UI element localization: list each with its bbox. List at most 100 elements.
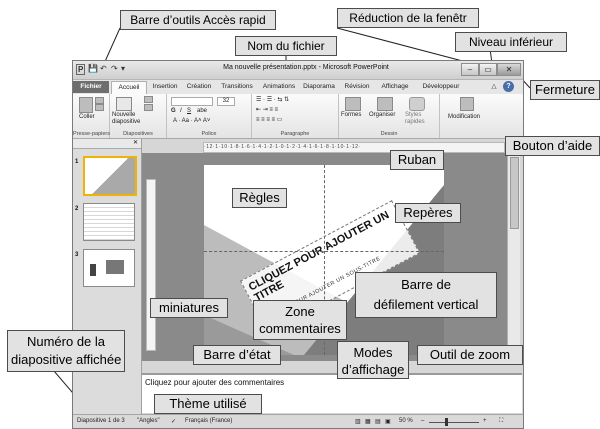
callout-regles: Règles [232, 188, 287, 208]
font-size-field[interactable]: 32 [217, 97, 235, 106]
editing-button[interactable]: Modification [448, 114, 480, 121]
pane-tabs: ✕ [73, 139, 141, 149]
new-slide-button[interactable]: Nouvelle diapositive [112, 112, 140, 126]
minimize-button[interactable]: – [461, 63, 479, 76]
save-icon[interactable]: 💾 [88, 64, 98, 73]
view-slideshow-icon[interactable]: ▣ [385, 418, 391, 425]
slide-number: Diapositive 1 de 3 [77, 418, 125, 424]
close-button[interactable]: ✕ [497, 63, 521, 76]
paste-button[interactable]: Coller [79, 114, 95, 121]
window-title: Ma nouvelle présentation.pptx - Microsof… [223, 64, 389, 71]
callout-reperes: Repères [395, 203, 461, 223]
underline-icon[interactable]: S [187, 108, 191, 115]
zoom-slider-thumb[interactable] [445, 418, 448, 426]
thumbnail-slide-3[interactable] [83, 249, 135, 287]
bullets-icon[interactable]: ☰ · ☰ · ⇆ ⇅ [256, 97, 289, 104]
shapes-icon[interactable] [345, 97, 361, 111]
tab-animations[interactable]: Animations [259, 81, 299, 93]
thumbnail-slide-2[interactable] [83, 203, 135, 241]
paste-icon[interactable] [79, 97, 93, 113]
italic-icon[interactable]: I [180, 108, 182, 115]
vertical-scrollbar[interactable] [507, 153, 520, 361]
align-icon[interactable]: ≡ ≡ ≡ ≡ ▭ [256, 117, 282, 124]
help-icon[interactable]: ? [503, 81, 514, 92]
callout-zone-commentaires: Zone commentaires [253, 300, 347, 340]
zoom-level[interactable]: 50 % [399, 418, 413, 424]
redo-icon[interactable]: ↷ [111, 64, 118, 73]
customize-quick-access-icon[interactable]: ▾ [121, 64, 125, 73]
tab-transitions[interactable]: Transitions [217, 81, 257, 93]
group-label: Dessin [380, 131, 398, 137]
callout-ruban: Ruban [390, 150, 444, 170]
callout-miniatures: miniatures [150, 298, 228, 318]
callout-fermeture: Fermeture [530, 80, 600, 100]
zoom-out-button[interactable]: – [421, 418, 424, 424]
zoom-in-button[interactable]: + [483, 418, 487, 424]
scrollbar-thumb[interactable] [510, 157, 519, 229]
ribbon-tabs: Fichier Accueil Insertion Création Trans… [73, 80, 523, 94]
copy-icon[interactable] [95, 104, 104, 111]
group-label: Presse-papiers [73, 131, 110, 137]
tab-diaporama[interactable]: Diaporama [301, 81, 337, 93]
theme-name: "Angles" [137, 418, 160, 424]
fit-to-window-icon[interactable]: ⛶ [499, 418, 503, 425]
powerpoint-window: P 💾 ↶ ↷ ▾ Ma nouvelle présentation.pptx … [72, 60, 524, 429]
title-bar: P 💾 ↶ ↷ ▾ Ma nouvelle présentation.pptx … [73, 61, 523, 80]
cut-icon[interactable] [95, 97, 104, 104]
tab-accueil[interactable]: Accueil [111, 81, 147, 94]
tab-affichage[interactable]: Affichage [377, 81, 413, 93]
thumbnail-number: 2 [75, 206, 79, 212]
callout-numero-diapositive: Numéro de la diapositive affichée [7, 330, 125, 372]
group-dessin: Formes Organiser Styles rapides Dessin [339, 94, 440, 138]
strikethrough-icon[interactable]: abe [197, 108, 207, 115]
font-color-icon[interactable]: A · Aa · A˄ A˅ [173, 118, 210, 125]
thumbnails-pane: ✕ 1 2 3 [73, 139, 142, 414]
view-normal-icon[interactable]: ▥ [355, 418, 361, 425]
tab-developpeur[interactable]: Développeur [417, 81, 465, 93]
group-presse-papiers: Coller Presse-papiers [73, 94, 110, 138]
group-label: Police [201, 131, 217, 137]
group-police: 32 G I S abe A · Aa · A˄ A˅ Police [167, 94, 252, 138]
group-diapositives: Nouvelle diapositive Diapositives [110, 94, 167, 138]
tab-creation[interactable]: Création [183, 81, 215, 93]
spellcheck-icon[interactable]: ✓ [171, 418, 176, 425]
callout-nom-fichier: Nom du fichier [235, 36, 337, 56]
callout-niveau-inferieur: Niveau inférieur [455, 32, 567, 52]
language[interactable]: Français (France) [185, 418, 232, 424]
thumbnail-number: 1 [75, 159, 79, 165]
tab-revision[interactable]: Révision [341, 81, 373, 93]
font-name-field[interactable] [171, 97, 213, 106]
callout-barre-outils: Barre d’outils Accès rapid [120, 10, 276, 30]
arrange-icon[interactable] [377, 97, 393, 111]
arrange-button[interactable]: Organiser [369, 112, 395, 119]
thumbnail-slide-1[interactable] [83, 156, 137, 196]
quick-styles-icon[interactable] [409, 97, 425, 111]
bold-icon[interactable]: G [171, 108, 176, 115]
horizontal-ruler: ·12·1·10·1·8·1·6·1·4·1·2·1·0·1·2·1·4·1·6… [203, 142, 505, 153]
thumbnail-image [106, 260, 124, 274]
indent-icon[interactable]: ⇤ ⇥ ≡ ≡ [256, 107, 278, 114]
view-sorter-icon[interactable]: ▦ [365, 418, 371, 425]
vertical-ruler [146, 179, 156, 351]
layout-icon[interactable] [144, 96, 153, 103]
powerpoint-logo-icon[interactable]: P [76, 64, 86, 75]
callout-bouton-aide: Bouton d’aide [505, 136, 600, 156]
reset-icon[interactable] [144, 104, 153, 111]
restore-button[interactable]: ▭ [479, 63, 497, 76]
view-reading-icon[interactable]: ▤ [375, 418, 381, 425]
tab-insertion[interactable]: Insertion [149, 81, 181, 93]
callout-barre-etat: Barre d’état [193, 345, 281, 365]
callout-outil-zoom: Outil de zoom [417, 345, 523, 365]
ribbon: Coller Presse-papiers Nouvelle diapositi… [73, 94, 523, 139]
tab-fichier[interactable]: Fichier [73, 81, 109, 93]
undo-icon[interactable]: ↶ [100, 64, 107, 73]
find-icon[interactable] [460, 97, 474, 111]
group-label: Paragraphe [280, 131, 310, 137]
minimize-ribbon-icon[interactable]: △ [489, 81, 499, 93]
group-label: Diapositives [123, 131, 153, 137]
close-pane-icon[interactable]: ✕ [133, 139, 138, 148]
zoom-slider[interactable] [429, 422, 479, 423]
quick-styles-button[interactable]: Styles rapides [405, 112, 425, 126]
new-slide-icon[interactable] [116, 97, 132, 111]
shapes-button[interactable]: Formes [341, 112, 361, 119]
